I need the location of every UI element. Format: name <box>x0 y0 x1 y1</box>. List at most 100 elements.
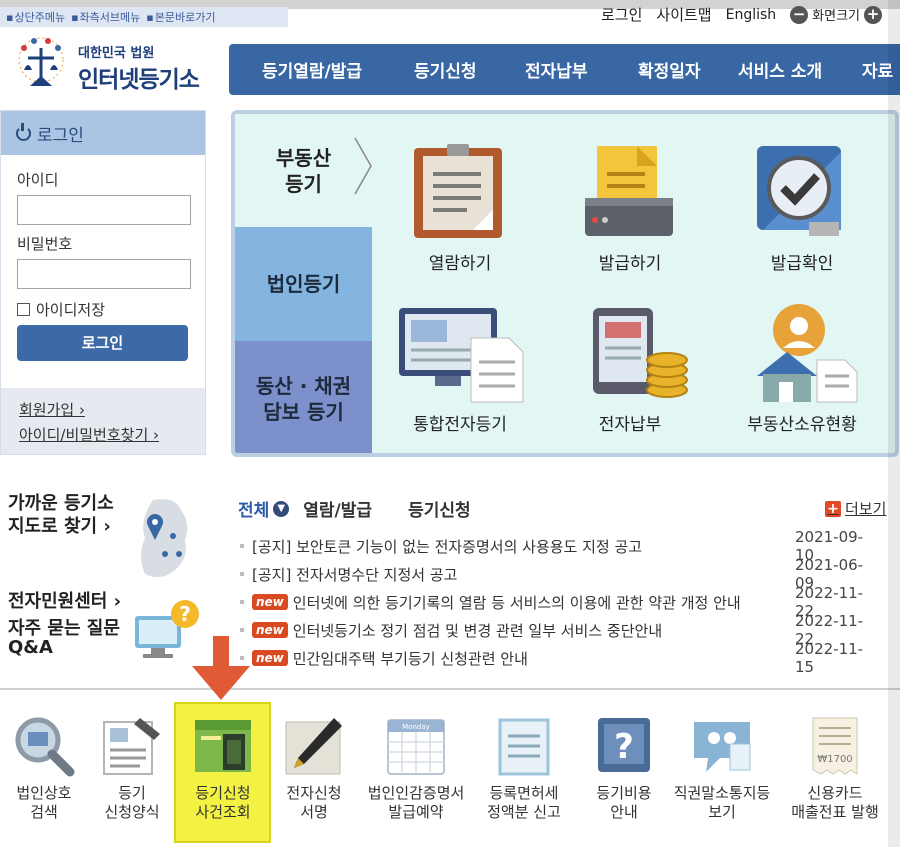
printer-icon[interactable] <box>581 142 681 242</box>
pen-icon <box>285 718 342 775</box>
divider <box>0 688 900 690</box>
tab-real-estate-label: 부동산 등기 <box>275 145 332 196</box>
chevron-right-icon <box>354 137 372 195</box>
english-link[interactable]: English <box>726 7 777 23</box>
bullet-icon <box>240 628 244 632</box>
quick-label-line1: 등기비용 <box>596 784 652 802</box>
bullet-icon <box>240 544 244 548</box>
nav-item-fixed-date[interactable]: 확정일자 <box>638 57 701 82</box>
nearby-office-title[interactable]: 가까운 등기소 <box>8 492 228 515</box>
new-badge: new <box>252 622 288 638</box>
tab-real-estate[interactable]: 부동산 등기 <box>235 114 372 227</box>
svg-text:?: ? <box>614 727 634 767</box>
nav-item-apply[interactable]: 등기신청 <box>414 57 477 82</box>
nav-item-service-intro[interactable]: 서비스 소개 <box>738 57 822 82</box>
plus-icon: + <box>825 500 841 517</box>
quick-label-line2: 발급예약 <box>388 803 444 821</box>
new-badge: new <box>252 594 288 610</box>
login-link[interactable]: 로그인 <box>601 4 642 25</box>
skip-links: 상단주메뉴 좌측서브메뉴 본문바로가기 <box>0 7 288 27</box>
news-title[interactable]: [공지] 보안토큰 기능이 없는 전자증명서의 사용용도 지정 공고 <box>252 536 642 557</box>
skip-link-top-menu[interactable]: 상단주메뉴 <box>6 9 65 25</box>
list-item[interactable]: [공지] 보안토큰 기능이 없는 전자증명서의 사용용도 지정 공고 2021-0… <box>240 528 880 564</box>
document-view-icon[interactable] <box>411 142 511 242</box>
news-title[interactable]: 인터넷에 의한 등기기록의 열람 등 서비스의 이용에 관한 약관 개정 안내 <box>293 592 741 613</box>
quick-label-line2: 안내 <box>610 803 638 821</box>
news-title[interactable]: 민간임대주택 부기등기 신청관련 안내 <box>293 648 528 669</box>
power-icon <box>16 122 31 141</box>
nav-item-payment[interactable]: 전자납부 <box>525 57 588 82</box>
map-search-link[interactable]: 지도로 찾기 › <box>8 515 228 538</box>
tab-corporate[interactable]: 법인등기 <box>235 227 372 341</box>
news-tabs: 전체 ▼ 열람/발급 등기신청 <box>238 496 471 521</box>
more-label: 더보기 <box>845 500 887 518</box>
tab-all-label: 전체 <box>238 501 270 521</box>
house-owner-icon[interactable] <box>751 304 861 404</box>
join-link[interactable]: 회원가입 › <box>19 398 205 423</box>
skip-link-left-menu[interactable]: 좌측서브메뉴 <box>71 9 141 25</box>
service-panel: 부동산 등기 법인등기 동산 · 채권 담보 등기 열람하기 발급하기 발급확인… <box>231 110 899 457</box>
quick-label-line1: 전자신청 <box>286 784 342 802</box>
skip-link-content[interactable]: 본문바로가기 <box>146 9 216 25</box>
korea-map-icon[interactable] <box>135 496 195 584</box>
list-item[interactable]: new 인터넷에 의한 등기기록의 열람 등 서비스의 이용에 관한 약관 개정 … <box>240 584 880 620</box>
password-label: 비밀번호 <box>17 235 73 253</box>
quick-label-line1: 등록면허세 <box>489 784 559 802</box>
site-logo[interactable]: 대한민국 법원 인터넷등기소 <box>10 34 210 98</box>
calendar-icon: Monday <box>387 719 445 775</box>
quick-label: 등기신청 사건조회 <box>173 784 273 822</box>
logo-title: 인터넷등기소 <box>78 67 200 93</box>
tab-movable-assets[interactable]: 동산 · 채권 담보 등기 <box>235 341 372 453</box>
tab-apply[interactable]: 등기신청 <box>408 496 471 521</box>
find-account-link[interactable]: 아이디/비밀번호찾기 › <box>19 423 205 448</box>
save-id-label: 아이디저장 <box>36 301 106 319</box>
password-input[interactable] <box>17 259 191 289</box>
check-icon[interactable] <box>751 142 851 242</box>
new-badge: new <box>252 650 288 666</box>
list-item[interactable]: [공지] 전자서명수단 지정서 공고 2021-06-09 <box>240 556 880 592</box>
service-ownership-label[interactable]: 부동산소유현황 <box>717 410 887 435</box>
list-item[interactable]: new 민간임대주택 부기등기 신청관련 안내 2022-11-15 <box>240 640 880 676</box>
chevron-down-icon: ▼ <box>273 500 290 517</box>
sitemap-link[interactable]: 사이트맵 <box>656 4 711 25</box>
window-icon <box>195 720 251 772</box>
quick-label-line2: 서명 <box>300 803 328 821</box>
login-header: 로그인 <box>1 111 205 155</box>
quick-label-line2: 보기 <box>708 803 736 821</box>
calendar-text: Monday <box>402 723 430 731</box>
checkbox[interactable] <box>17 303 30 316</box>
quick-label: 등기비용 안내 <box>574 784 674 822</box>
logo-small-text: 대한민국 법원 <box>78 46 155 61</box>
save-id-checkbox[interactable]: 아이디저장 <box>17 299 105 320</box>
news-title[interactable]: 인터넷등기소 정기 점검 및 변경 관련 일부 서비스 중단안내 <box>293 620 662 641</box>
tablet-coins-icon[interactable] <box>591 304 691 404</box>
tab-corporate-label: 법인등기 <box>266 272 341 296</box>
arrow-down-icon <box>192 636 250 700</box>
service-issue-label[interactable]: 발급하기 <box>545 249 715 274</box>
login-button[interactable]: 로그인 <box>17 325 188 361</box>
service-payment-label[interactable]: 전자납부 <box>545 410 715 435</box>
bullet-icon <box>240 572 244 576</box>
quick-label: 등록면허세 정액분 신고 <box>474 784 574 822</box>
news-date: 2022-11-15 <box>795 640 864 676</box>
tab-movable-assets-label: 동산 · 채권 담보 등기 <box>255 374 352 424</box>
id-input[interactable] <box>17 195 191 225</box>
list-item[interactable]: new 인터넷등기소 정기 점검 및 변경 관련 일부 서비스 중단안내 2022-… <box>240 612 880 648</box>
bullet-icon <box>240 600 244 604</box>
court-emblem-icon <box>18 37 64 86</box>
quick-links: 법인상호 검색 등기 신청양식 등기신청 사건조회 전자신청 서명 Monday… <box>0 696 900 847</box>
login-box: 로그인 아이디 비밀번호 아이디저장 로그인 회원가입 › 아이디/비밀번호찾기… <box>0 110 206 455</box>
quick-label: 등기 신청양식 <box>82 784 182 822</box>
plus-icon[interactable]: + <box>864 5 882 24</box>
service-integrated-label[interactable]: 통합전자등기 <box>375 410 545 435</box>
service-view-label[interactable]: 열람하기 <box>375 249 545 274</box>
news-title[interactable]: [공지] 전자서명수단 지정서 공고 <box>252 564 457 585</box>
more-link[interactable]: + 더보기 <box>825 498 886 519</box>
page: 상단주메뉴 좌측서브메뉴 본문바로가기 로그인 사이트맵 English − 화… <box>0 0 900 847</box>
tab-all[interactable]: 전체 ▼ <box>238 496 290 521</box>
minus-icon[interactable]: − <box>790 5 809 24</box>
nav-item-view-issue[interactable]: 등기열람/발급 <box>262 57 362 82</box>
tab-view-issue[interactable]: 열람/발급 <box>303 496 372 521</box>
service-verify-label[interactable]: 발급확인 <box>717 249 887 274</box>
monitor-document-icon[interactable] <box>397 304 527 404</box>
